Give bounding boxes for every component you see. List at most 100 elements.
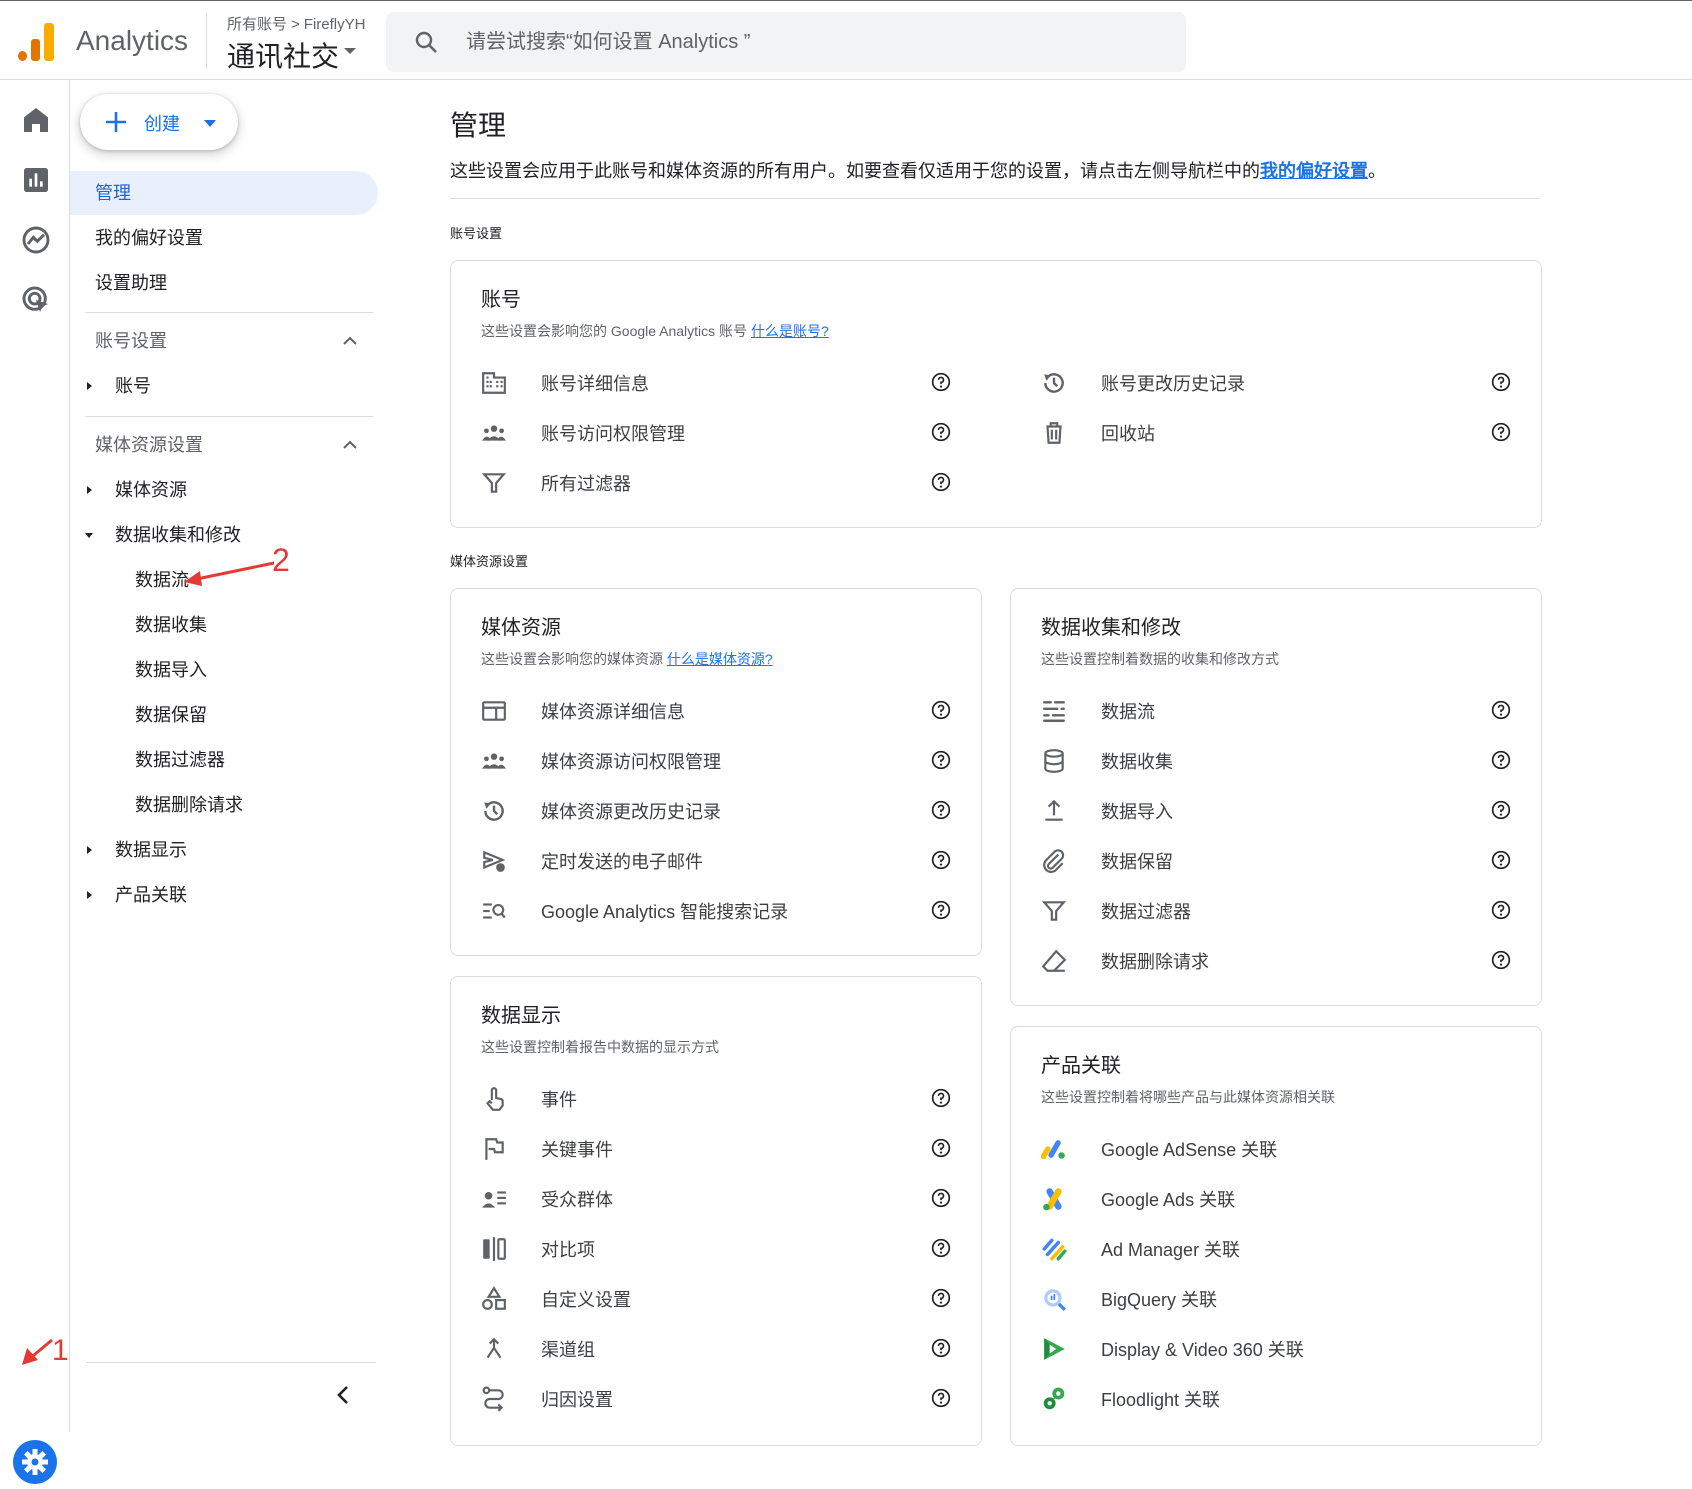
property-access-row[interactable]: 媒体资源访问权限管理: [451, 738, 971, 782]
what-is-property-link[interactable]: 什么是媒体资源?: [667, 651, 773, 667]
help-icon[interactable]: [931, 1188, 951, 1208]
merge-icon: [486, 1337, 502, 1359]
data-filters-row[interactable]: 数据过滤器: [1011, 888, 1531, 932]
property-history-row[interactable]: 媒体资源更改历史记录: [451, 788, 971, 832]
chevron-down-icon[interactable]: [344, 48, 356, 54]
card-subtitle: 这些设置会影响您的 Google Analytics 账号 什么是账号?: [481, 321, 829, 341]
help-icon[interactable]: [1491, 950, 1511, 970]
row-label: Ad Manager 关联: [1101, 1240, 1241, 1260]
adsense-link-row[interactable]: Google AdSense 关联: [1011, 1126, 1531, 1170]
comparisons-row[interactable]: 对比项: [451, 1226, 971, 1270]
dv360-link-row[interactable]: Display & Video 360 关联: [1011, 1326, 1531, 1370]
bigquery-link-row[interactable]: BigQuery 关联: [1011, 1276, 1531, 1320]
annotation-number-1: 1: [52, 1334, 69, 1367]
trash-row[interactable]: 回收站: [1011, 410, 1531, 454]
row-label: 媒体资源更改历史记录: [541, 802, 721, 822]
help-icon[interactable]: [1491, 750, 1511, 770]
history-icon: [484, 801, 504, 821]
what-is-account-link[interactable]: 什么是账号?: [751, 323, 829, 339]
chevron-up-icon: [343, 440, 357, 449]
ad-manager-link-row[interactable]: Ad Manager 关联: [1011, 1226, 1531, 1270]
history-icon: [1044, 373, 1064, 393]
help-icon[interactable]: [931, 472, 951, 492]
building-icon: [482, 372, 506, 394]
search-history-row[interactable]: Google Analytics 智能搜索记录: [451, 888, 971, 932]
help-icon[interactable]: [931, 372, 951, 392]
card-subtitle: 这些设置控制着将哪些产品与此媒体资源相关联: [1041, 1089, 1335, 1105]
help-icon[interactable]: [931, 1088, 951, 1108]
help-icon[interactable]: [1491, 900, 1511, 920]
row-label: 数据收集: [1101, 752, 1173, 772]
attribution-settings-row[interactable]: 归因设置: [451, 1376, 971, 1420]
bigquery-icon: [1044, 1289, 1066, 1311]
account-access-row[interactable]: 账号访问权限管理: [451, 410, 971, 454]
help-icon[interactable]: [931, 1238, 951, 1258]
key-events-row[interactable]: 关键事件: [451, 1126, 971, 1170]
channel-groups-row[interactable]: 渠道组: [451, 1326, 971, 1370]
row-label: 受众群体: [541, 1190, 613, 1210]
google-ads-icon: [1043, 1188, 1062, 1211]
help-icon[interactable]: [1491, 850, 1511, 870]
people-icon: [482, 425, 506, 441]
floodlight-link-row[interactable]: Floodlight 关联: [1011, 1376, 1531, 1420]
google-ads-link-row[interactable]: Google Ads 关联: [1011, 1176, 1531, 1220]
help-icon[interactable]: [931, 1338, 951, 1358]
row-label: 数据过滤器: [1101, 902, 1191, 922]
help-icon[interactable]: [931, 1138, 951, 1158]
section-account-settings: 账号设置: [450, 226, 503, 241]
row-label: 媒体资源详细信息: [541, 702, 685, 722]
help-icon[interactable]: [931, 1388, 951, 1408]
property-details-row[interactable]: 媒体资源详细信息: [451, 688, 971, 732]
annotation-arrows: [22, 561, 275, 1365]
data-retention-row[interactable]: 数据保留: [1011, 838, 1531, 882]
search-bar[interactable]: [386, 12, 1186, 72]
card-title: 媒体资源: [481, 617, 561, 639]
events-row[interactable]: 事件: [451, 1076, 971, 1120]
search-input[interactable]: [466, 26, 1146, 58]
data-collection-row[interactable]: 数据收集: [1011, 738, 1531, 782]
audiences-row[interactable]: 受众群体: [451, 1176, 971, 1220]
row-label: 账号访问权限管理: [541, 424, 685, 444]
touch-icon: [486, 1087, 504, 1111]
row-label: 账号详细信息: [541, 374, 649, 394]
help-icon[interactable]: [931, 422, 951, 442]
account-history-row[interactable]: 账号更改历史记录: [1011, 360, 1531, 404]
help-icon[interactable]: [1491, 700, 1511, 720]
page-divider: [450, 198, 1540, 199]
route-icon: [482, 1386, 504, 1412]
help-icon[interactable]: [931, 800, 951, 820]
row-label: 账号更改历史记录: [1101, 374, 1245, 394]
row-label: Google Ads 关联: [1101, 1190, 1236, 1210]
help-icon[interactable]: [1491, 800, 1511, 820]
row-label: Google Analytics 智能搜索记录: [541, 902, 789, 922]
chevron-left-icon[interactable]: [334, 1384, 354, 1406]
section-property-settings: 媒体资源设置: [450, 554, 529, 569]
preferences-link[interactable]: 我的偏好设置: [1260, 161, 1368, 181]
account-card: 账号 这些设置会影响您的 Google Analytics 账号 什么是账号? …: [450, 260, 1542, 528]
row-label: 数据流: [1101, 702, 1155, 722]
help-icon[interactable]: [931, 850, 951, 870]
flag-icon: [485, 1138, 504, 1160]
all-filters-row[interactable]: 所有过滤器: [451, 460, 971, 504]
help-icon[interactable]: [931, 700, 951, 720]
admin-gear-button[interactable]: [13, 1440, 57, 1484]
row-label: 数据保留: [1101, 852, 1173, 872]
help-icon[interactable]: [931, 750, 951, 770]
adsense-icon: [1041, 1140, 1065, 1160]
custom-definitions-row[interactable]: 自定义设置: [451, 1276, 971, 1320]
help-icon[interactable]: [1491, 422, 1511, 442]
page-desc-end: 。: [1368, 161, 1386, 181]
data-import-row[interactable]: 数据导入: [1011, 788, 1531, 832]
row-label: 定时发送的电子邮件: [541, 852, 703, 872]
scheduled-email-icon: [483, 850, 506, 872]
scheduled-emails-row[interactable]: 定时发送的电子邮件: [451, 838, 971, 882]
data-deletion-row[interactable]: 数据删除请求: [1011, 938, 1531, 982]
card-title: 产品关联: [1041, 1055, 1121, 1077]
help-icon[interactable]: [931, 900, 951, 920]
help-icon[interactable]: [931, 1288, 951, 1308]
data-streams-row[interactable]: 数据流: [1011, 688, 1531, 732]
row-label: 媒体资源访问权限管理: [541, 752, 721, 772]
data-collection-card: 数据收集和修改 这些设置控制着数据的收集和修改方式 数据流 数据收集 数据导入 …: [1010, 588, 1542, 1006]
account-details-row[interactable]: 账号详细信息: [451, 360, 971, 404]
help-icon[interactable]: [1491, 372, 1511, 392]
